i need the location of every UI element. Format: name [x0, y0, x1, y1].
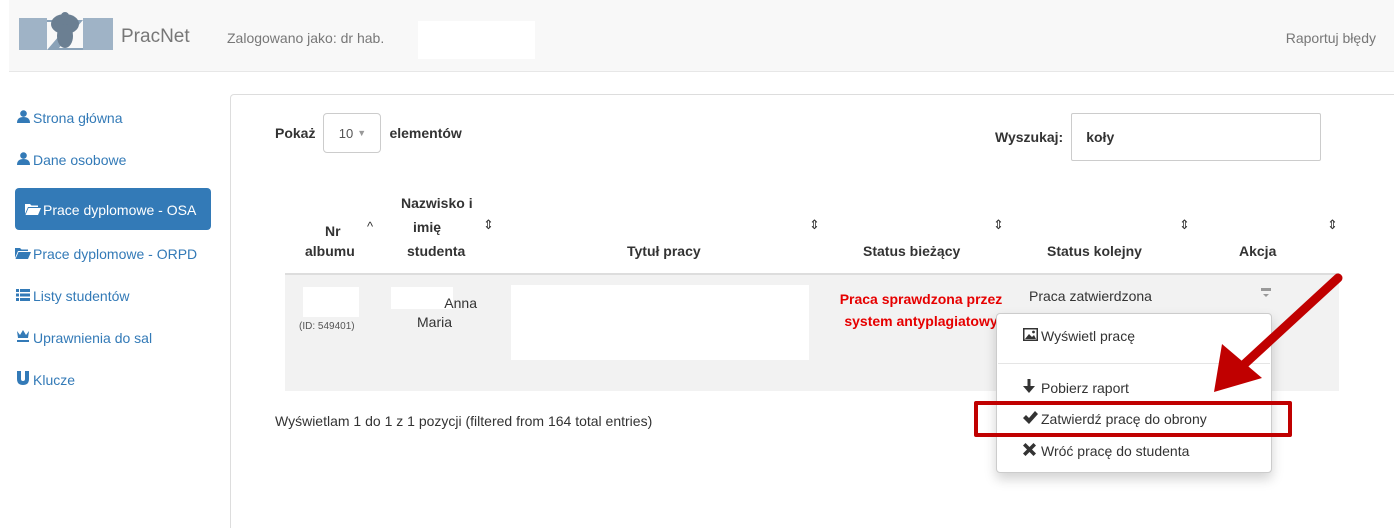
- menu-item-view-thesis[interactable]: Wyświetl pracę: [1023, 328, 1135, 344]
- sidebar-item-label: Klucze: [33, 372, 76, 388]
- sidebar-item-room-permissions[interactable]: Uprawnienia do sal: [15, 328, 211, 348]
- redacted-album-number: [303, 287, 359, 317]
- header-album-line2[interactable]: albumu: [305, 241, 355, 261]
- sidebar-item-theses-osa[interactable]: Prace dyplomowe - OSA: [15, 188, 211, 230]
- sidebar-item-theses-orpd[interactable]: Prace dyplomowe - ORPD: [15, 244, 211, 264]
- report-bugs-link[interactable]: Raportuj błędy: [1286, 30, 1376, 46]
- uz-logo[interactable]: [19, 10, 115, 56]
- throne-icon: [15, 328, 31, 348]
- search-label: Wyszukaj:: [995, 129, 1064, 145]
- page-size-control: Pokaż 10 ▼ elementów: [275, 113, 462, 153]
- menu-item-return-thesis[interactable]: Wróć pracę do studenta: [1023, 443, 1189, 459]
- user-icon: [15, 108, 31, 128]
- sidebar-item-home[interactable]: Strona główna: [15, 108, 211, 128]
- sort-asc-icon[interactable]: ^: [367, 219, 373, 234]
- list-icon: [15, 286, 31, 306]
- sidebar-item-label: Prace dyplomowe - OSA: [43, 202, 197, 218]
- menu-item-label: Wyświetl pracę: [1041, 328, 1136, 344]
- student-first-name: Anna: [444, 295, 477, 311]
- student-id: (ID: 549401): [299, 321, 355, 332]
- picture-icon: [1023, 328, 1041, 344]
- annotation-highlight-box: [974, 401, 1292, 437]
- page-size-value: 10: [338, 125, 354, 141]
- header-status-current[interactable]: Status bieżący: [863, 241, 960, 261]
- sidebar-item-label: Listy studentów: [33, 288, 130, 304]
- menu-item-label: Pobierz raport: [1041, 379, 1129, 396]
- sidebar-item-label: Uprawnienia do sal: [33, 330, 153, 346]
- table-info: Wyświetlam 1 do 1 z 1 pozycji (filtered …: [275, 413, 653, 429]
- header-action[interactable]: Akcja: [1239, 241, 1276, 261]
- sidebar-item-personal-data[interactable]: Dane osobowe: [15, 150, 211, 170]
- redacted-username: [418, 21, 535, 59]
- search-input[interactable]: koły: [1071, 113, 1322, 161]
- sidebar-item-keys[interactable]: Klucze: [15, 370, 211, 390]
- status-next: Praca zatwierdzona: [1029, 288, 1152, 304]
- sidebar: Strona główna Dane osobowe Prace dyplomo…: [15, 108, 211, 390]
- header-name-line1[interactable]: Nazwisko i: [401, 193, 473, 213]
- sidebar-item-label: Dane osobowe: [33, 152, 127, 168]
- navbar: PracNet Zalogowano jako: dr hab. Raportu…: [9, 0, 1394, 72]
- logged-in-label: Zalogowano jako: dr hab.: [227, 30, 385, 46]
- sort-both-icon[interactable]: ⇕: [483, 217, 494, 233]
- page-size-select[interactable]: 10 ▼: [323, 113, 382, 153]
- student-second-name: Maria: [417, 314, 453, 330]
- folder-open-icon: [15, 244, 31, 264]
- sort-both-icon[interactable]: ⇕: [1327, 217, 1338, 233]
- menu-item-download-report[interactable]: Pobierz raport: [1023, 379, 1129, 396]
- header-status-next[interactable]: Status kolejny: [1047, 241, 1142, 261]
- user-icon: [15, 150, 31, 170]
- search-control: Wyszukaj: koły: [995, 113, 1322, 161]
- header-album-line1[interactable]: Nr: [325, 221, 341, 241]
- magnet-icon: [15, 370, 31, 390]
- header-title[interactable]: Tytuł pracy: [627, 241, 701, 261]
- sidebar-item-student-lists[interactable]: Listy studentów: [15, 286, 211, 306]
- elements-label: elementów: [389, 125, 462, 141]
- brand-name[interactable]: PracNet: [121, 26, 190, 48]
- folder-open-icon: [25, 200, 41, 220]
- show-label: Pokaż: [275, 125, 316, 141]
- close-icon: [1023, 443, 1041, 459]
- header-name-line2[interactable]: imię: [413, 217, 441, 237]
- redacted-thesis-title: [511, 285, 809, 360]
- menu-item-label: Wróć pracę do studenta: [1041, 443, 1190, 459]
- arrow-down-icon: [1023, 379, 1041, 396]
- annotation-arrow-icon: [1214, 273, 1343, 392]
- caret-down-icon: ▼: [357, 128, 367, 138]
- sidebar-item-label: Prace dyplomowe - ORPD: [33, 246, 198, 262]
- header-name-line3[interactable]: studenta: [407, 241, 465, 261]
- status-current: Praca sprawdzona przez system antyplagia…: [839, 291, 1003, 329]
- sort-both-icon[interactable]: ⇕: [993, 217, 1004, 233]
- sort-both-icon[interactable]: ⇕: [1179, 217, 1190, 233]
- sort-both-icon[interactable]: ⇕: [809, 217, 820, 233]
- sidebar-item-label: Strona główna: [33, 110, 123, 126]
